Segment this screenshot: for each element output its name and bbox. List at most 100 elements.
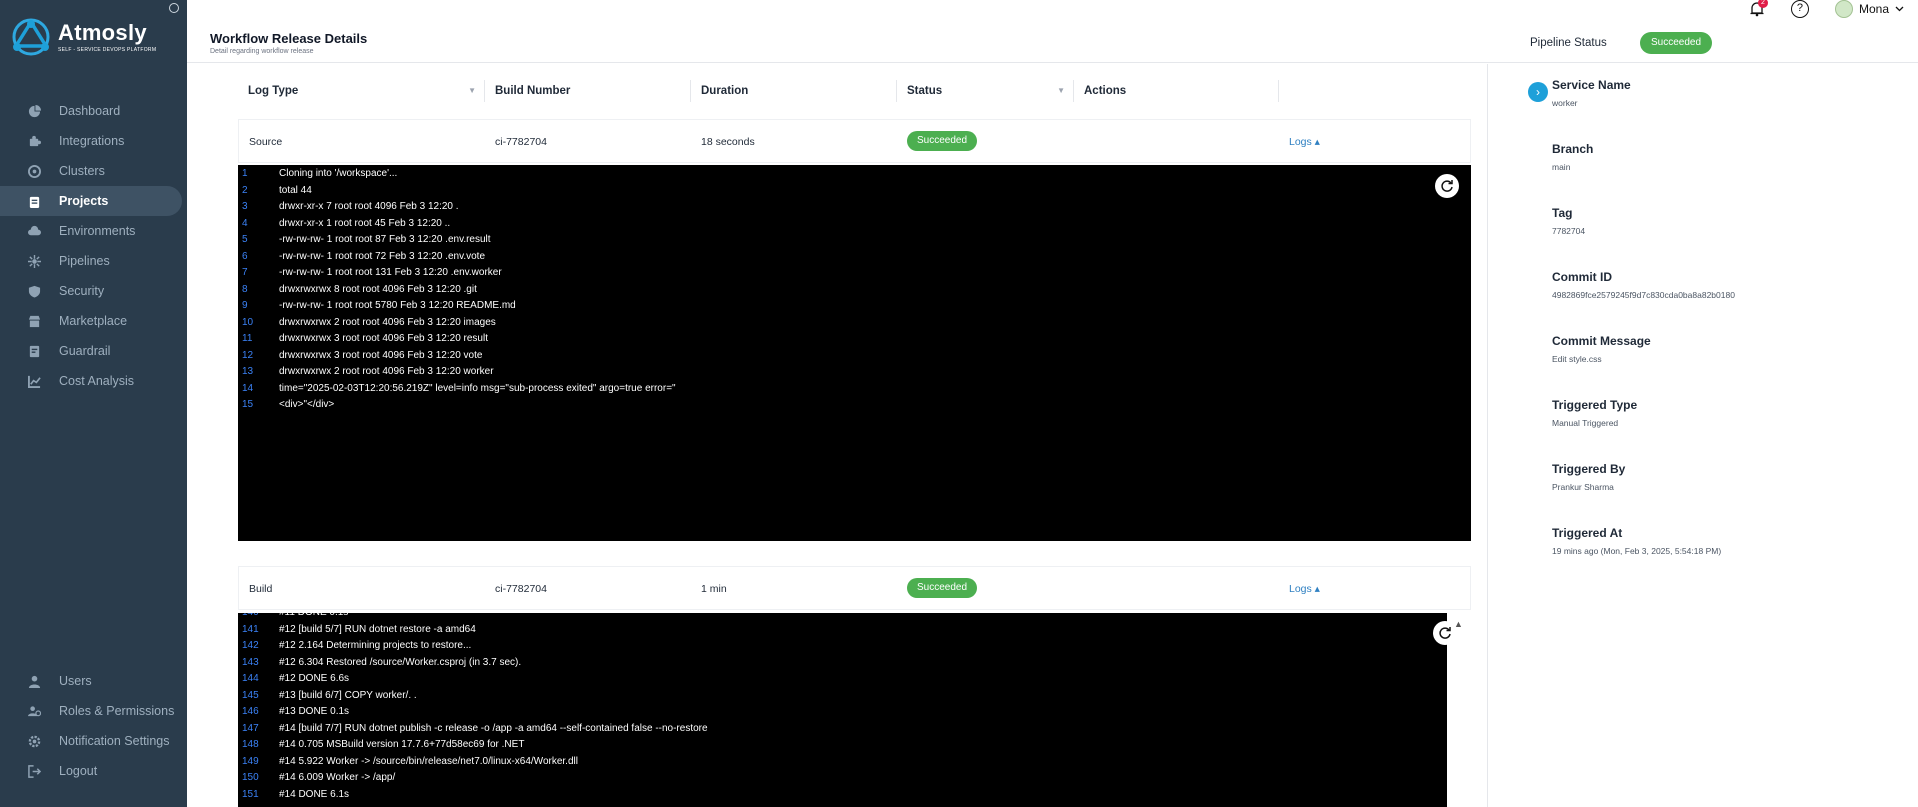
- log-text: drwxrwxrwx 3 root root 4096 Feb 3 12:20 …: [279, 349, 483, 361]
- log-line: 141 #12 [build 5/7] RUN dotnet restore -a…: [238, 622, 1471, 639]
- sidebar-collapse-button[interactable]: [169, 3, 179, 13]
- build-log-console: 140#11 DONE 0.1s141#12 [build 5/7] RUN d…: [238, 613, 1471, 807]
- build-number-cell: ci-7782704: [495, 583, 547, 595]
- log-text: drwxrwxrwx 8 root root 4096 Feb 3 12:20 …: [279, 283, 477, 295]
- log-text: -rw-rw-rw- 1 root root 5780 Feb 3 12:20 …: [279, 300, 516, 311]
- log-line: 12 drwxrwxrwx 3 root root 4096 Feb 3 12:2…: [238, 348, 1471, 365]
- sidebar-item-label: Pipelines: [59, 254, 110, 268]
- log-text: #14 [build 7/7] RUN dotnet publish -c re…: [279, 722, 708, 734]
- log-line: 151 #14 DONE 6.1s: [238, 787, 1471, 804]
- logs-table-header: Log Type ▼ Build Number Duration Status …: [238, 80, 1471, 102]
- shield-icon: [28, 285, 41, 298]
- log-text: -rw-rw-rw- 1 root root 131 Feb 3 12:20 .…: [279, 267, 502, 278]
- detail-field: Triggered At 19 mins ago (Mon, Feb 3, 202…: [1552, 526, 1721, 556]
- log-text: #12 DONE 6.6s: [279, 673, 350, 684]
- column-header-actions: Actions: [1074, 80, 1279, 102]
- sidebar-item-pipelines[interactable]: Pipelines: [0, 246, 187, 276]
- detail-value: worker: [1552, 98, 1578, 108]
- log-text: #12 [build 5/7] RUN dotnet restore -a am…: [279, 623, 476, 635]
- refresh-logs-button[interactable]: [1435, 174, 1459, 198]
- log-line: 15 <div>"</div>: [238, 397, 1471, 414]
- sidebar-item-clusters[interactable]: Clusters: [0, 156, 187, 186]
- refresh-logs-button[interactable]: [1433, 621, 1457, 645]
- log-type-cell: Source: [249, 136, 283, 148]
- filter-icon[interactable]: ▼: [468, 80, 476, 102]
- line-number: 146: [242, 706, 259, 717]
- collapse-panel-button[interactable]: ›: [1528, 82, 1548, 102]
- log-text: #14 0.705 MSBuild version 17.7.6+77d58ec…: [279, 739, 525, 750]
- help-button[interactable]: ?: [1790, 0, 1809, 18]
- log-line: 7 -rw-rw-rw- 1 root root 131 Feb 3 12:20 …: [238, 265, 1471, 282]
- sidebar-item-roles-permissions[interactable]: Roles & Permissions: [0, 696, 187, 726]
- source-log-console: 1 Cloning into '/workspace'... 2 total 44 3 d…: [238, 165, 1471, 541]
- sidebar-item-marketplace[interactable]: Marketplace: [0, 306, 187, 336]
- log-line: 10 drwxrwxrwx 2 root root 4096 Feb 3 12:2…: [238, 315, 1471, 332]
- pipeline-status-label: Pipeline Status: [1530, 37, 1607, 49]
- detail-value: main: [1552, 162, 1571, 172]
- brand-tagline: SELF - SERVICE DEVOPS PLATFORM: [58, 46, 157, 53]
- sidebar-bottom-nav: Users Roles & Permissions Notification S…: [0, 666, 187, 786]
- sidebar-item-cost-analysis[interactable]: Cost Analysis: [0, 366, 187, 396]
- log-text: #12 6.304 Restored /source/Worker.csproj…: [279, 656, 522, 668]
- table-row: Source ci-7782704 18 seconds Succeeded L…: [238, 119, 1471, 163]
- sidebar-item-label: Notification Settings: [59, 734, 170, 748]
- chevron-down-icon: [1895, 6, 1904, 12]
- log-text: #11 DONE 0.1s: [279, 613, 348, 618]
- filter-icon[interactable]: ▼: [1057, 80, 1065, 102]
- log-text: #13 DONE 0.1s: [279, 706, 350, 717]
- line-number: 14: [242, 382, 254, 394]
- store-icon: [28, 315, 41, 327]
- detail-value: Prankur Sharma: [1552, 482, 1614, 492]
- sidebar-item-integrations[interactable]: Integrations: [0, 126, 187, 156]
- sidebar-item-users[interactable]: Users: [0, 666, 187, 696]
- line-number: 15: [242, 399, 254, 410]
- duration-cell: 1 min: [701, 583, 727, 595]
- log-text: #14 DONE 6.1s: [279, 788, 350, 800]
- detail-field: Branch main: [1552, 142, 1593, 172]
- detail-label: Service Name: [1552, 78, 1631, 92]
- log-text: #14 6.009 Worker -> /app/: [279, 772, 396, 783]
- column-header-status[interactable]: Status ▼: [897, 80, 1074, 102]
- column-header-log-type[interactable]: Log Type ▼: [238, 80, 485, 102]
- logo[interactable]: Atmosly SELF - SERVICE DEVOPS PLATFORM: [10, 16, 156, 58]
- logs-toggle-link[interactable]: Logs ▴: [1289, 120, 1320, 164]
- sidebar-item-label: Environments: [59, 224, 136, 238]
- release-details-panel: [1538, 64, 1918, 807]
- sidebar-item-label: Projects: [59, 194, 109, 208]
- sidebar-item-label: Clusters: [59, 164, 105, 178]
- sidebar-item-notification-settings[interactable]: Notification Settings: [0, 726, 187, 756]
- log-text: drwxr-xr-x 7 root root 4096 Feb 3 12:20 …: [279, 201, 459, 212]
- detail-label: Commit Message: [1552, 334, 1651, 348]
- chevron-right-icon: ›: [1536, 85, 1540, 99]
- sidebar-item-label: Dashboard: [59, 104, 121, 118]
- sidebar-item-label: Guardrail: [59, 344, 111, 358]
- notifications-button[interactable]: 2: [1749, 0, 1768, 17]
- sidebar-item-logout[interactable]: Logout: [0, 756, 187, 786]
- line-number: 145: [242, 689, 259, 701]
- log-line: 147 #14 [build 7/7] RUN dotnet publish -c…: [238, 721, 1471, 738]
- header-actions: 2 ? Mona: [1749, 0, 1904, 18]
- log-line: 148 #14 0.705 MSBuild version 17.7.6+77d5…: [238, 737, 1471, 754]
- sidebar-item-guardrail[interactable]: Guardrail: [0, 336, 187, 366]
- detail-value: 7782704: [1552, 226, 1586, 236]
- build-number-cell: ci-7782704: [495, 136, 547, 148]
- line-number: 144: [242, 673, 259, 684]
- sidebar-item-environments[interactable]: Environments: [0, 216, 187, 246]
- column-header-duration: Duration: [691, 80, 897, 102]
- log-text: drwxrwxrwx 2 root root 4096 Feb 3 12:20 …: [279, 366, 494, 377]
- log-line: 145 #13 [build 6/7] COPY worker/. .: [238, 688, 1471, 705]
- refresh-icon: [1441, 180, 1453, 192]
- sidebar-item-dashboard[interactable]: Dashboard: [0, 96, 187, 126]
- detail-field: Triggered By Prankur Sharma: [1552, 462, 1625, 492]
- line-number: 147: [242, 722, 259, 734]
- logs-toggle-link[interactable]: Logs ▴: [1289, 567, 1320, 611]
- sidebar: Atmosly SELF - SERVICE DEVOPS PLATFORM D…: [0, 0, 187, 807]
- sidebar-item-projects[interactable]: Projects: [0, 186, 182, 216]
- chart-icon: [28, 375, 41, 388]
- sidebar-item-label: Roles & Permissions: [59, 704, 175, 718]
- user-menu[interactable]: Mona: [1834, 0, 1904, 18]
- cloud-icon: [28, 225, 41, 235]
- sidebar-item-label: Logout: [59, 764, 98, 778]
- sidebar-item-security[interactable]: Security: [0, 276, 187, 306]
- line-number: 8: [242, 283, 248, 295]
